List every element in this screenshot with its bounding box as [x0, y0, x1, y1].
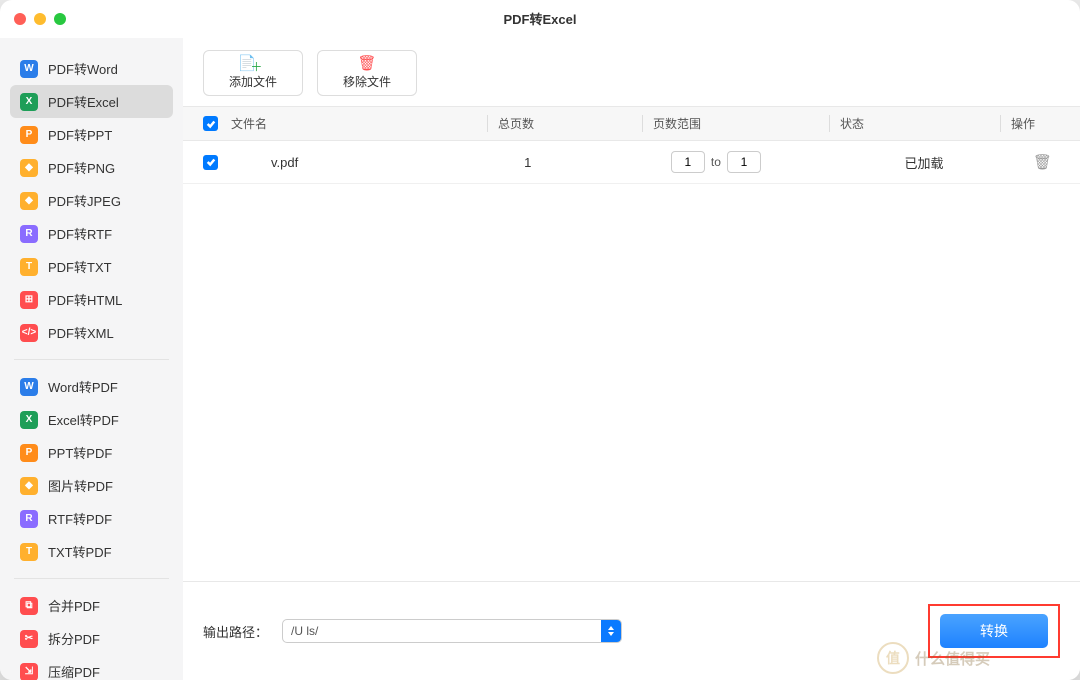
sidebar-item[interactable]: R PDF转RTF: [10, 217, 173, 250]
trash-icon: 🗑: [357, 56, 376, 71]
sidebar-item-label: TXT转PDF: [48, 542, 112, 561]
col-status: 状态: [829, 115, 1000, 132]
sidebar-divider: [14, 578, 169, 579]
maximize-window-button[interactable]: [54, 13, 66, 25]
sidebar-item-icon: W: [20, 60, 38, 78]
sidebar-item-icon: W: [20, 378, 38, 396]
range-from-input[interactable]: [671, 151, 705, 173]
sidebar-item[interactable]: X PDF转Excel: [10, 85, 173, 118]
sidebar-item-icon: T: [20, 543, 38, 561]
col-action: 操作: [1000, 115, 1060, 132]
close-window-button[interactable]: [14, 13, 26, 25]
sidebar-item-icon: ◆: [20, 159, 38, 177]
sidebar-item[interactable]: T TXT转PDF: [10, 535, 173, 568]
row-checkbox[interactable]: [203, 155, 218, 170]
sidebar-item[interactable]: </> PDF转XML: [10, 316, 173, 349]
range-separator: to: [711, 155, 721, 169]
select-all-checkbox[interactable]: [203, 116, 218, 131]
output-path-select[interactable]: /U ls/: [282, 619, 622, 643]
sidebar-item-icon: R: [20, 225, 38, 243]
sidebar-item[interactable]: X Excel转PDF: [10, 403, 173, 436]
sidebar-item-label: 合并PDF: [48, 596, 100, 615]
file-list: v.pdf 1 to 已加载 🗑: [183, 141, 1080, 581]
sidebar-item-label: PDF转RTF: [48, 224, 112, 243]
row-filename: v.pdf: [231, 155, 514, 170]
sidebar-item-label: PDF转XML: [48, 323, 114, 342]
sidebar-item[interactable]: R RTF转PDF: [10, 502, 173, 535]
add-file-label: 添加文件: [229, 73, 277, 90]
row-total-pages: 1: [514, 155, 661, 170]
sidebar-item-icon: ⇲: [20, 663, 38, 680]
col-filename: 文件名: [231, 115, 487, 132]
toolbar: 📄＋ 添加文件 🗑 移除文件: [183, 38, 1080, 106]
sidebar-item[interactable]: P PDF转PPT: [10, 118, 173, 151]
sidebar-item-icon: P: [20, 444, 38, 462]
sidebar-item-label: Excel转PDF: [48, 410, 119, 429]
remove-file-button[interactable]: 🗑 移除文件: [317, 50, 417, 96]
app-window: PDF转Excel W PDF转Word X PDF转Excel P PDF转PPT ◆ PD…: [0, 0, 1080, 680]
sidebar-item-icon: ✂: [20, 630, 38, 648]
delete-row-icon[interactable]: 🗑: [1010, 153, 1060, 171]
sidebar-item[interactable]: P PPT转PDF: [10, 436, 173, 469]
page-range: to: [671, 151, 838, 173]
row-status: 已加载: [838, 153, 1000, 172]
add-file-button[interactable]: 📄＋ 添加文件: [203, 50, 303, 96]
sidebar-item-icon: P: [20, 126, 38, 144]
sidebar-item[interactable]: ✂ 拆分PDF: [10, 622, 173, 655]
sidebar-item[interactable]: ◆ 图片转PDF: [10, 469, 173, 502]
col-range: 页数范围: [642, 115, 829, 132]
sidebar-item-label: PDF转PPT: [48, 125, 112, 144]
sidebar: W PDF转Word X PDF转Excel P PDF转PPT ◆ PDF转PNG ◆ PDF转…: [0, 38, 183, 680]
sidebar-item-icon: ◆: [20, 192, 38, 210]
convert-highlight-box: 转换: [928, 604, 1060, 658]
table-header: 文件名 总页数 页数范围 状态 操作: [183, 106, 1080, 141]
sidebar-item[interactable]: ⧉ 合并PDF: [10, 589, 173, 622]
traffic-lights: [14, 13, 66, 25]
sidebar-divider: [14, 359, 169, 360]
output-path-text: /U ls/: [283, 624, 601, 638]
file-row: v.pdf 1 to 已加载 🗑: [183, 141, 1080, 184]
sidebar-item-label: PDF转Word: [48, 59, 118, 78]
sidebar-item[interactable]: T PDF转TXT: [10, 250, 173, 283]
path-dropdown-icon[interactable]: [601, 620, 621, 642]
sidebar-item-label: PDF转PNG: [48, 158, 115, 177]
sidebar-item-label: PPT转PDF: [48, 443, 112, 462]
sidebar-item[interactable]: W PDF转Word: [10, 52, 173, 85]
sidebar-item-icon: T: [20, 258, 38, 276]
sidebar-item[interactable]: ◆ PDF转JPEG: [10, 184, 173, 217]
add-file-icon: 📄＋: [238, 56, 269, 71]
app-body: W PDF转Word X PDF转Excel P PDF转PPT ◆ PDF转PNG ◆ PDF转…: [0, 38, 1080, 680]
sidebar-item-label: PDF转Excel: [48, 92, 119, 111]
sidebar-item-icon: ◆: [20, 477, 38, 495]
sidebar-item-icon: ⧉: [20, 597, 38, 615]
remove-file-label: 移除文件: [343, 73, 391, 90]
sidebar-item-icon: R: [20, 510, 38, 528]
sidebar-item-label: 压缩PDF: [48, 662, 100, 680]
range-to-input[interactable]: [727, 151, 761, 173]
sidebar-item-icon: </>: [20, 324, 38, 342]
sidebar-item[interactable]: ⊞ PDF转HTML: [10, 283, 173, 316]
sidebar-item-label: PDF转JPEG: [48, 191, 121, 210]
output-path-label: 输出路径：: [203, 622, 268, 641]
sidebar-item-label: RTF转PDF: [48, 509, 112, 528]
sidebar-item[interactable]: W Word转PDF: [10, 370, 173, 403]
sidebar-item[interactable]: ⇲ 压缩PDF: [10, 655, 173, 680]
footer: 输出路径： /U ls/ 转换: [183, 581, 1080, 680]
sidebar-item-icon: ⊞: [20, 291, 38, 309]
convert-button[interactable]: 转换: [940, 614, 1048, 648]
sidebar-item-label: Word转PDF: [48, 377, 118, 396]
sidebar-item-label: 拆分PDF: [48, 629, 100, 648]
sidebar-item-label: 图片转PDF: [48, 476, 113, 495]
titlebar: PDF转Excel: [0, 0, 1080, 38]
col-pages: 总页数: [487, 115, 642, 132]
minimize-window-button[interactable]: [34, 13, 46, 25]
sidebar-item-icon: X: [20, 93, 38, 111]
sidebar-item-label: PDF转HTML: [48, 290, 122, 309]
sidebar-item[interactable]: ◆ PDF转PNG: [10, 151, 173, 184]
main-panel: 📄＋ 添加文件 🗑 移除文件 文件名 总页数 页数范围 状态 操作: [183, 38, 1080, 680]
sidebar-item-label: PDF转TXT: [48, 257, 112, 276]
sidebar-item-icon: X: [20, 411, 38, 429]
window-title: PDF转Excel: [0, 9, 1080, 28]
